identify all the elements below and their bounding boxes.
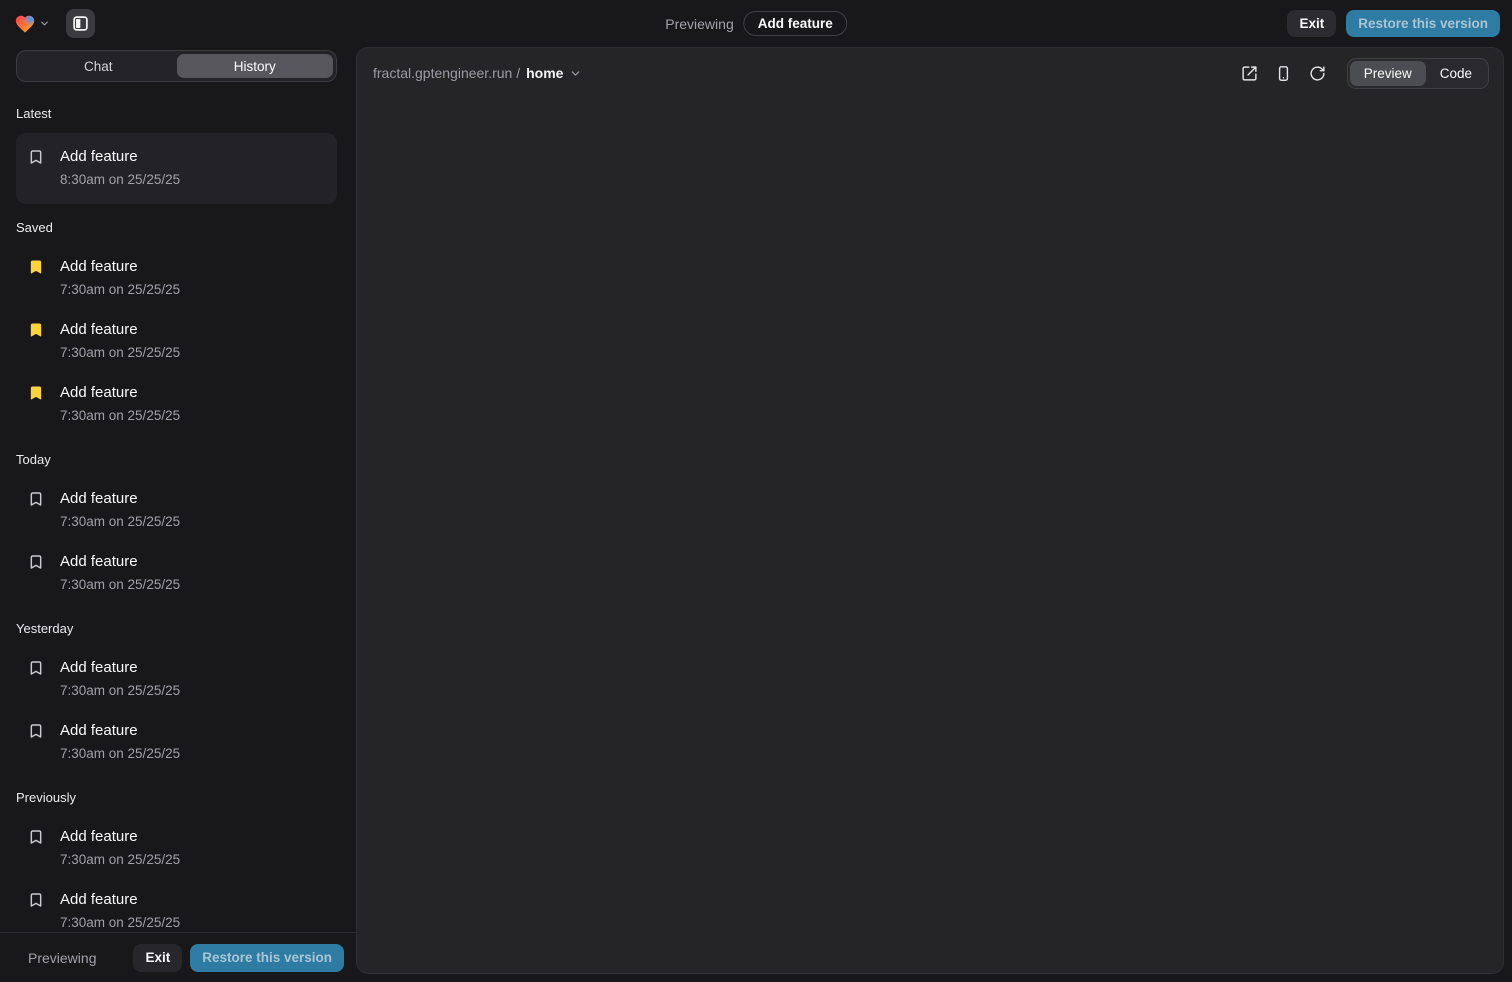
section-label-yesterday: Yesterday xyxy=(16,621,337,636)
history-item-title: Add feature xyxy=(60,146,180,167)
tab-code[interactable]: Code xyxy=(1426,61,1486,86)
history-item-title: Add feature xyxy=(60,382,180,403)
preview-panel: fractal.gptengineer.run / home xyxy=(356,47,1504,974)
previewing-label: Previewing xyxy=(665,16,733,32)
bookmark-filled-icon xyxy=(28,384,44,402)
latest-item-card: Add feature 8:30am on 25/25/25 xyxy=(16,133,337,204)
history-item-time: 7:30am on 25/25/25 xyxy=(60,512,180,532)
footer-restore-version-button[interactable]: Restore this version xyxy=(190,944,344,972)
mobile-view-button[interactable] xyxy=(1269,58,1299,88)
preview-actions: Preview Code xyxy=(1235,58,1489,89)
history-item[interactable]: Add feature 7:30am on 25/25/25 xyxy=(16,247,337,310)
url-page: home xyxy=(526,65,563,81)
history-item[interactable]: Add feature 7:30am on 25/25/25 xyxy=(16,711,337,774)
sidebar-tabs-wrap: Chat History xyxy=(0,47,356,82)
panel-left-icon xyxy=(72,15,89,32)
history-item[interactable]: Add feature 7:30am on 25/25/25 xyxy=(16,373,337,436)
section-label-previously: Previously xyxy=(16,790,337,805)
restore-version-button[interactable]: Restore this version xyxy=(1346,10,1500,37)
history-item-time: 7:30am on 25/25/25 xyxy=(60,406,180,426)
url-breadcrumb[interactable]: fractal.gptengineer.run / home xyxy=(373,65,582,81)
refresh-icon xyxy=(1309,65,1326,82)
top-bar-right: Exit Restore this version xyxy=(1287,10,1500,37)
top-bar-center: Previewing Add feature xyxy=(665,0,847,47)
history-item-time: 7:30am on 25/25/25 xyxy=(60,575,180,595)
preview-panel-header: fractal.gptengineer.run / home xyxy=(357,48,1503,98)
footer-exit-button[interactable]: Exit xyxy=(133,944,182,972)
bookmark-icon xyxy=(28,148,44,166)
bookmark-icon xyxy=(28,891,44,909)
open-external-button[interactable] xyxy=(1235,58,1265,88)
lovable-heart-icon xyxy=(14,13,36,35)
history-sidebar: Chat History Latest Add feature 8:30am o… xyxy=(0,47,356,982)
section-label-latest: Latest xyxy=(16,106,337,121)
sidebar-footer: Previewing Exit Restore this version xyxy=(0,932,356,982)
version-badge[interactable]: Add feature xyxy=(744,11,847,36)
history-item-title: Add feature xyxy=(60,826,180,847)
top-bar: Previewing Add feature Exit Restore this… xyxy=(0,0,1512,47)
bookmark-icon xyxy=(28,490,44,508)
history-item-time: 8:30am on 25/25/25 xyxy=(60,170,180,190)
history-item-time: 7:30am on 25/25/25 xyxy=(60,343,180,363)
history-item[interactable]: Add feature 7:30am on 25/25/25 xyxy=(16,310,337,373)
sidebar-tab-group: Chat History xyxy=(16,50,337,82)
history-item-time: 7:30am on 25/25/25 xyxy=(60,913,180,932)
refresh-button[interactable] xyxy=(1303,58,1333,88)
bookmark-filled-icon xyxy=(28,258,44,276)
history-item-time: 7:30am on 25/25/25 xyxy=(60,681,180,701)
bookmark-icon xyxy=(28,722,44,740)
bookmark-icon xyxy=(28,553,44,571)
exit-button[interactable]: Exit xyxy=(1287,10,1336,37)
history-item-title: Add feature xyxy=(60,889,180,910)
chevron-down-icon xyxy=(569,67,582,80)
history-item[interactable]: Add feature 7:30am on 25/25/25 xyxy=(16,648,337,711)
footer-previewing-label: Previewing xyxy=(28,950,96,966)
section-label-today: Today xyxy=(16,452,337,467)
preview-viewport[interactable] xyxy=(357,98,1503,973)
history-item-title: Add feature xyxy=(60,319,180,340)
mobile-device-icon xyxy=(1275,65,1292,82)
chevron-down-icon xyxy=(39,18,50,29)
history-item-title: Add feature xyxy=(60,256,180,277)
section-label-saved: Saved xyxy=(16,220,337,235)
tab-preview[interactable]: Preview xyxy=(1350,61,1426,86)
tab-chat[interactable]: Chat xyxy=(20,54,177,78)
history-item[interactable]: Add feature 7:30am on 25/25/25 xyxy=(16,542,337,605)
history-item-title: Add feature xyxy=(60,657,180,678)
history-item-title: Add feature xyxy=(60,551,180,572)
bookmark-icon xyxy=(28,659,44,677)
history-item-title: Add feature xyxy=(60,720,180,741)
history-item-time: 7:30am on 25/25/25 xyxy=(60,280,180,300)
top-bar-left xyxy=(12,9,95,38)
history-item[interactable]: Add feature 7:30am on 25/25/25 xyxy=(16,479,337,542)
sidebar-toggle-button[interactable] xyxy=(66,9,95,38)
history-item[interactable]: Add feature 8:30am on 25/25/25 xyxy=(16,137,337,200)
history-item-time: 7:30am on 25/25/25 xyxy=(60,744,180,764)
app-window: Previewing Add feature Exit Restore this… xyxy=(0,0,1512,982)
external-link-icon xyxy=(1241,65,1258,82)
history-item[interactable]: Add feature 7:30am on 25/25/25 xyxy=(16,817,337,880)
history-item-time: 7:30am on 25/25/25 xyxy=(60,850,180,870)
url-prefix: fractal.gptengineer.run / xyxy=(373,65,520,81)
history-item[interactable]: Add feature 7:30am on 25/25/25 xyxy=(16,880,337,932)
tab-history[interactable]: History xyxy=(177,54,334,78)
history-list[interactable]: Latest Add feature 8:30am on 25/25/25 Sa… xyxy=(0,82,356,932)
bookmark-icon xyxy=(28,828,44,846)
view-mode-toggle: Preview Code xyxy=(1347,58,1489,89)
content-area: Chat History Latest Add feature 8:30am o… xyxy=(0,47,1512,982)
history-item-title: Add feature xyxy=(60,488,180,509)
bookmark-filled-icon xyxy=(28,321,44,339)
logo-menu-button[interactable] xyxy=(12,11,52,37)
